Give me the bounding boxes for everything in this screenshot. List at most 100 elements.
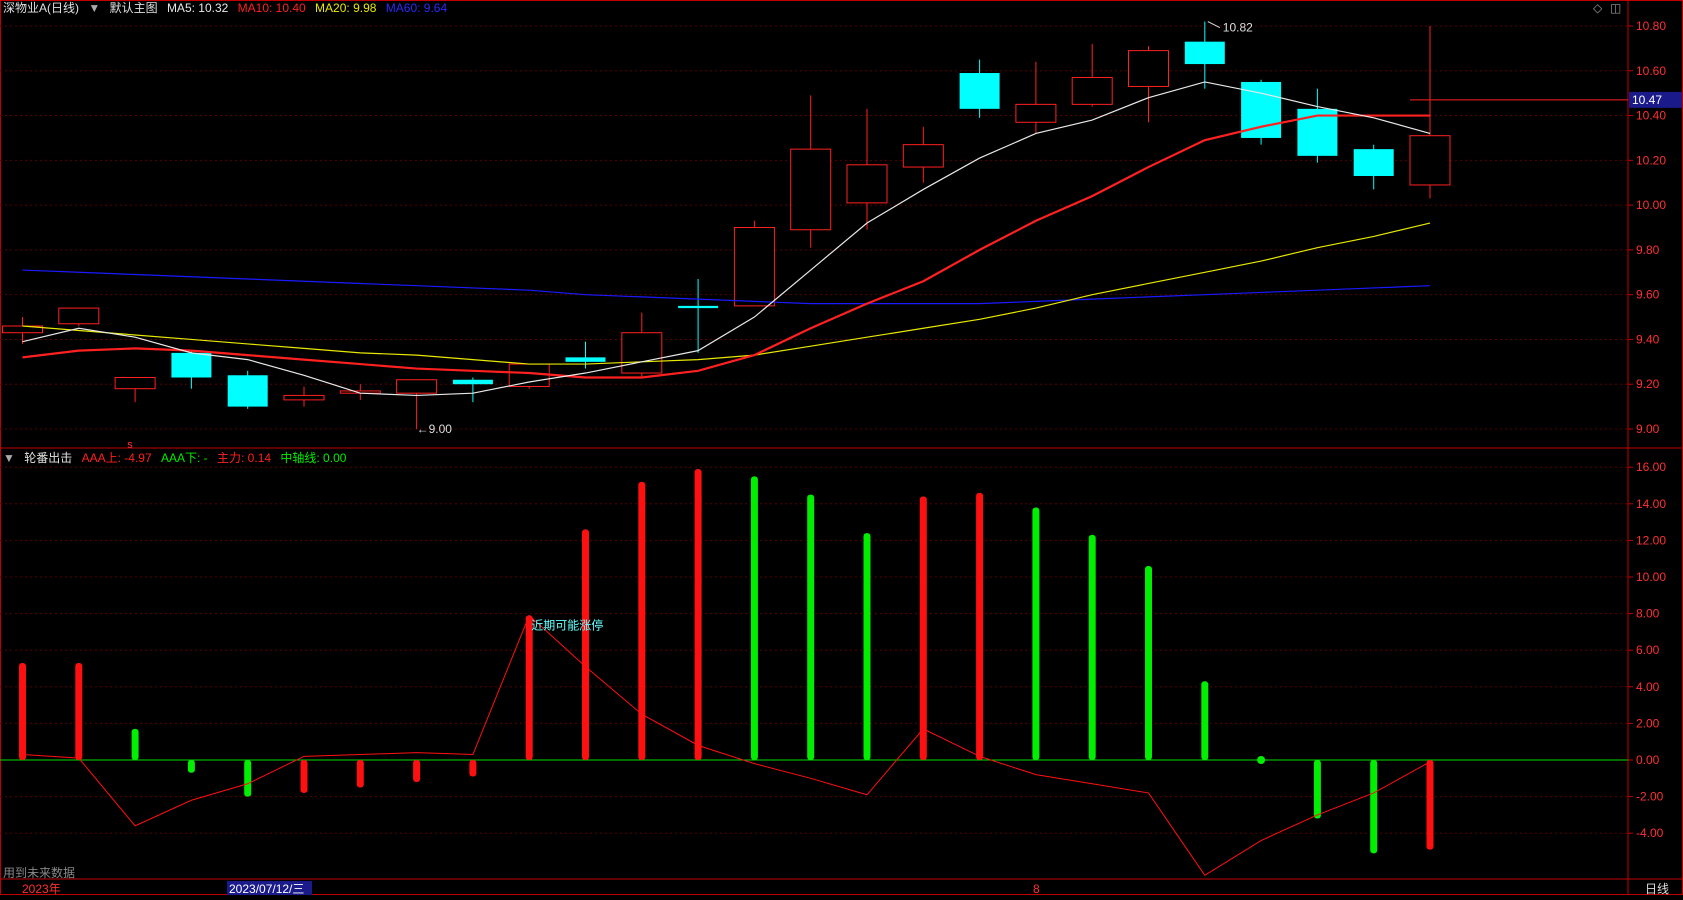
candle-body [452,379,493,385]
indicator-bar [19,663,26,760]
main-header: 深物业A(日线) ▼ 默认主图 MA5: 10.32 MA10: 10.40 M… [3,1,453,15]
candle-body [396,379,438,394]
y-tick-label: 9.20 [1636,377,1660,391]
diamond-icon[interactable]: ◇ [1593,1,1602,15]
indicator-bar [356,760,364,788]
candle-body [733,227,775,307]
sub-header: ▼ 轮番出击 AAA上: -4.97 AAA下: - 主力: 0.14 中轴线:… [3,451,352,465]
y-tick-label: 4.00 [1636,680,1660,694]
y-tick-label: 2.00 [1636,716,1660,730]
y-tick-label: 10.40 [1636,109,1666,123]
y-tick-label: 0.00 [1636,753,1660,767]
indicator-bar [1426,760,1434,850]
ma60-label: MA60: 9.64 [385,1,448,15]
chart-canvas[interactable]: 10.80 10.60 10.40 10.20 10.00 9.80 9.60 9.40 9.2… [0,0,1683,896]
high-label: 10.82 [1223,21,1253,35]
stock-name[interactable]: 深物业A(日线) [3,1,79,15]
candle-body [1071,76,1113,105]
candle-body [565,357,606,362]
y-tick-label: 10.00 [1636,198,1666,212]
timeline-month: 8 [1033,882,1040,895]
candle-body [678,305,719,309]
indicator-bar [1313,760,1321,819]
annotation-label: 近期可能涨停 [531,617,603,632]
aaa-up-label: AAA上: -4.97 [81,451,152,465]
indicator-bar [919,496,927,760]
y-tick-label: 12.00 [1636,533,1666,547]
indicator-bar [1257,756,1266,764]
candle-body [1128,50,1169,87]
main-force-label: 主力: 0.14 [217,451,272,465]
y-tick-label: 9.80 [1636,243,1660,257]
expand-icon[interactable]: ▼ [88,1,100,15]
y-tick-label: -4.00 [1636,826,1664,840]
y-tick-label: 6.00 [1636,643,1660,657]
candle-body [1015,103,1057,123]
indicator-bar [244,760,252,797]
ma10-line [22,114,1430,379]
low-label: ←9.00 [417,422,453,436]
timeline-date: 2023/07/12/三 [229,882,304,895]
candle-body [959,73,1000,109]
ma20-label: MA20: 9.98 [315,1,377,15]
price-marker-label: 10.47 [1632,93,1662,107]
aaa-down-label: AAA下: - [160,451,208,465]
timeline-year: 2023年 [22,882,61,895]
y-tick-label: 16.00 [1636,460,1666,474]
y-tick-label: 9.60 [1636,288,1660,302]
indicator-bar [976,492,984,760]
y-tick-label: 10.60 [1636,64,1666,78]
candle-body [114,377,156,390]
main-force-line [22,614,1431,876]
candle-body [508,363,550,387]
indicator-bar [1032,507,1040,760]
window-icon[interactable]: ◫ [1610,1,1621,15]
indicator-bar [469,760,477,777]
candle-body [58,307,100,325]
indicator-bar [638,481,646,760]
candle-body [621,332,663,374]
indicator-bar [582,529,589,760]
formula-name[interactable]: 默认主图 [110,1,158,15]
indicator-bar [1145,566,1152,760]
y-tick-label: -2.00 [1636,790,1664,804]
ma60-line [22,269,1431,305]
y-tick-label: 9.40 [1636,332,1660,346]
candle-body [790,148,832,231]
candle-body [283,394,325,401]
future-data-note: 用到未来数据 [3,866,76,880]
candle-body [171,352,212,378]
y-tick-label: 10.00 [1636,570,1666,584]
indicator-bar [413,760,421,782]
high-pointer [1207,21,1221,28]
candle-body [1184,41,1225,65]
indicator-bar [187,760,195,773]
period-label: 日线 [1645,882,1669,895]
indicator-bar [1088,534,1096,760]
candle-body [1353,149,1394,177]
candle-body [227,375,268,407]
indicator-bar [1370,760,1378,854]
chart-stage: 10.80 10.60 10.40 10.20 10.00 9.80 9.60 9.40 9.2… [0,0,1683,896]
center-line-label: 中轴线: 0.00 [280,451,347,465]
expand-icon[interactable]: ▼ [3,451,15,465]
y-tick-label: 9.00 [1636,422,1660,436]
indicator-bar [131,728,139,760]
indicator-name[interactable]: 轮番出击 [24,451,72,465]
y-tick-label: 8.00 [1636,607,1660,621]
y-tick-label: 10.20 [1636,153,1666,167]
ma5-label: MA5: 10.32 [166,1,229,15]
indicator-bar [300,760,308,793]
candle-body [902,144,944,168]
y-tick-label: 10.80 [1636,19,1666,33]
indicator-bar [863,533,871,760]
candle-body [1409,135,1451,186]
indicator-bar [694,469,702,760]
signal-marker: s [127,439,133,451]
indicator-bar [75,663,83,760]
indicator-bar [525,615,533,760]
candle-body [846,164,888,204]
indicator-bar [807,494,815,760]
indicator-bar [750,476,758,760]
indicator-bar [1201,681,1209,760]
